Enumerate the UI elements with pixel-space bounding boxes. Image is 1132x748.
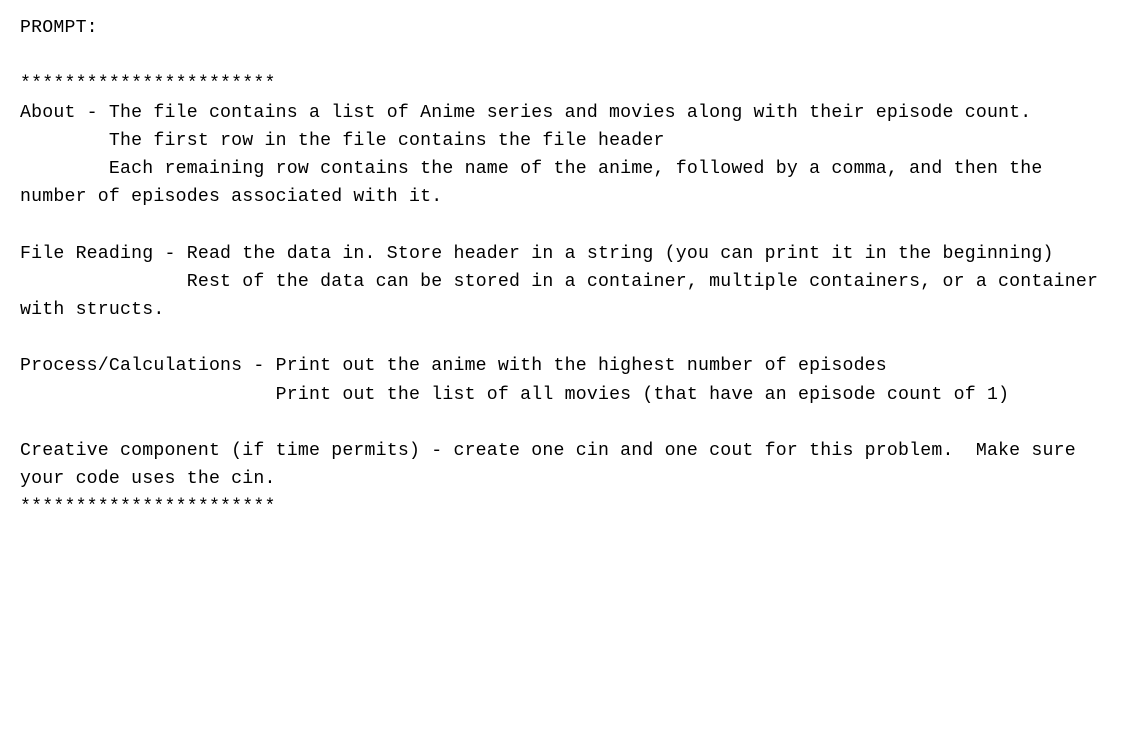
about-line-3: Each remaining row contains the name of … [20,159,1054,207]
prompt-heading: PROMPT: [20,18,98,38]
process-line-1: Process/Calculations - Print out the ani… [20,356,887,376]
file-reading-line-1: File Reading - Read the data in. Store h… [20,244,1054,264]
divider-top: *********************** [20,74,276,94]
file-reading-line-2: Rest of the data can be stored in a cont… [20,272,1109,320]
divider-bottom: *********************** [20,497,276,517]
process-line-2: Print out the list of all movies (that h… [20,385,1009,405]
about-line-2: The first row in the file contains the f… [20,131,665,151]
about-line-1: About - The file contains a list of Anim… [20,103,1031,123]
prompt-document: PROMPT: *********************** About - … [0,0,1132,542]
creative-line: Creative component (if time permits) - c… [20,441,1087,489]
